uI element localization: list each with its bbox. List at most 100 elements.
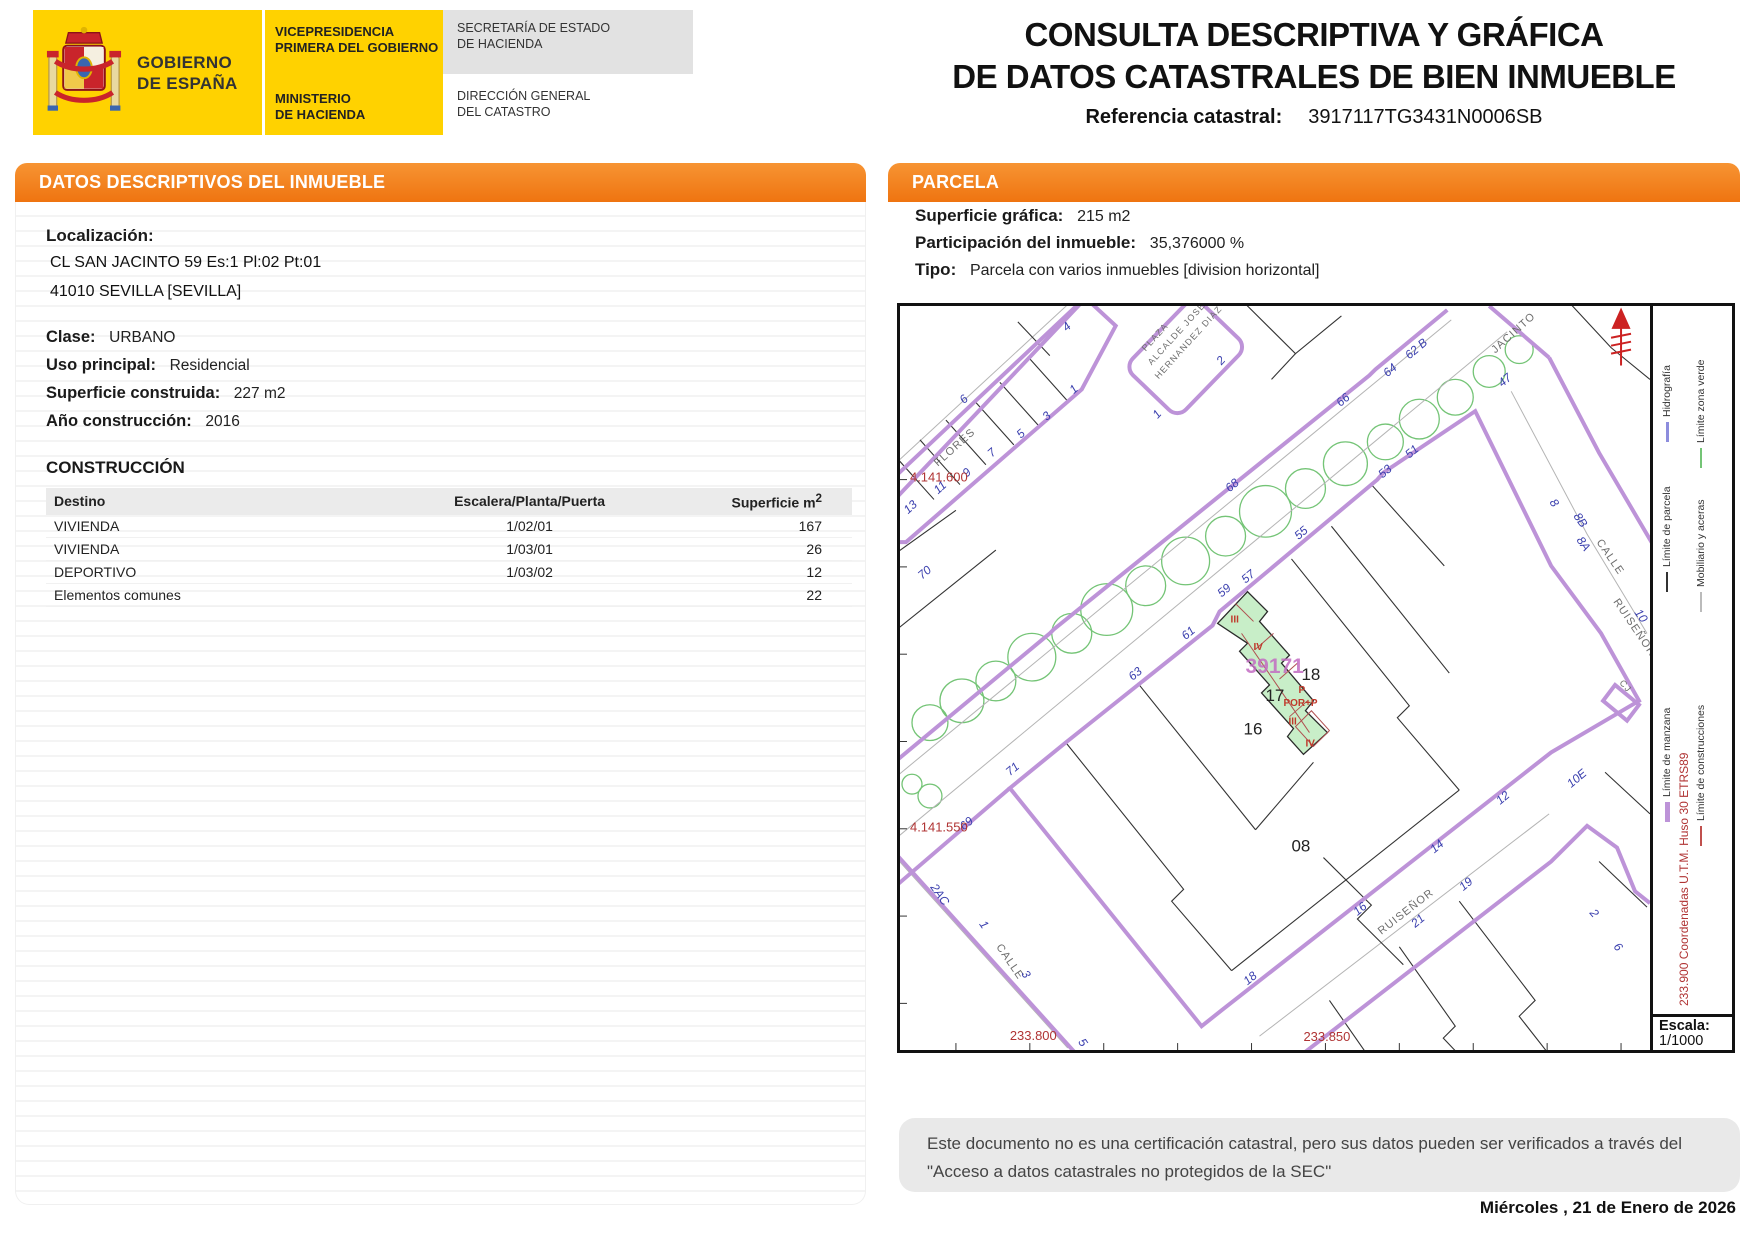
- legend-line-symbol: [1665, 802, 1670, 822]
- map-label: 18: [1301, 665, 1320, 684]
- map-label: IV: [1254, 642, 1264, 653]
- map-label: 39171: [1246, 655, 1305, 678]
- map-label: 6: [1611, 940, 1626, 954]
- datos-descriptivos-panel: Localización: CL SAN JACINTO 59 Es:1 Pl:…: [15, 202, 866, 1205]
- uso-value: Residencial: [170, 357, 250, 374]
- col-destino: Destino: [46, 488, 409, 515]
- map-label: 16: [1244, 720, 1263, 739]
- map-label: 233.850: [1303, 1029, 1350, 1044]
- legend-label: Límite de manzana: [1661, 708, 1673, 797]
- document-date: Miércoles , 21 de Enero de 2026: [1480, 1198, 1736, 1218]
- tipo-label: Tipo:: [915, 260, 956, 279]
- reference-value: 3917117TG3431N0006SB: [1308, 106, 1542, 129]
- field-superficie-construida: Superficie construida: 227 m2: [46, 384, 845, 403]
- map-label: III: [1231, 614, 1240, 625]
- map-label: 2: [1586, 905, 1602, 920]
- ministry-line2: DE HACIENDA: [275, 107, 443, 123]
- col-escalera-text: Escalera/Planta/Puerta: [454, 493, 605, 509]
- construction-cell-escalera: [409, 583, 651, 606]
- map-label: 1: [1149, 407, 1164, 421]
- gov-line1: GOBIERNO: [137, 52, 238, 73]
- map-label: 4.141.550: [910, 820, 968, 835]
- scale-label: Escala:: [1659, 1019, 1732, 1034]
- direccion-line1: DIRECCIÓN GENERAL: [457, 88, 693, 104]
- legend-item: Límite de construcciones: [1695, 705, 1707, 846]
- map-label: 4.141.600: [910, 470, 968, 485]
- map-label: RUISEÑOR: [1375, 886, 1436, 938]
- map-label: P: [1298, 685, 1305, 696]
- legend-item: Hidrografía: [1661, 365, 1673, 442]
- construction-cell-destino: VIVIENDA: [46, 515, 409, 538]
- legend-label: Límite de parcela: [1661, 486, 1673, 567]
- utm-coordinates-note: 233.900 Coordenadas U.T.M. Huso 30 ETRS8…: [1677, 753, 1691, 1006]
- direccion-line2: DEL CATASTRO: [457, 104, 693, 120]
- map-label: 70: [915, 563, 935, 582]
- gov-name: GOBIERNO DE ESPAÑA: [137, 52, 238, 94]
- map-label: 4: [1059, 319, 1074, 334]
- map-svg: FLORESPLAZAALCALDE JOSEHERNANDEZ DIAZJAC…: [900, 306, 1650, 1050]
- vicepresidency-line1: VICEPRESIDENCIA: [275, 24, 443, 40]
- col-superficie: Superficie m2: [650, 488, 852, 515]
- map-legend: Hidrografía Límite zona verde Límite de pa…: [1650, 306, 1732, 1050]
- document-title: CONSULTA DESCRIPTIVA Y GRÁFICA DE DATOS …: [888, 14, 1740, 129]
- construction-cell-destino: DEPORTIVO: [46, 560, 409, 583]
- ano-value: 2016: [205, 413, 239, 430]
- map-labels-layer: FLORESPLAZAALCALDE JOSEHERNANDEZ DIAZJAC…: [901, 306, 1650, 1049]
- map-label: 7: [984, 445, 999, 460]
- secretaria-line2: DE HACIENDA: [457, 36, 693, 52]
- map-label: CJ: [1618, 678, 1634, 695]
- field-superficie-grafica: Superficie gráfica: 215 m2: [915, 206, 1715, 226]
- scale-box: Escala: 1/1000: [1653, 1014, 1732, 1050]
- gov-line2: DE ESPAÑA: [137, 73, 238, 94]
- cadastral-document-page: GOBIERNO DE ESPAÑA VICEPRESIDENCIA PRIME…: [0, 0, 1757, 1241]
- address-line2: 41010 SEVILLA [SEVILLA]: [50, 283, 845, 301]
- clase-value: URBANO: [109, 329, 175, 346]
- legend-label: Hidrografía: [1661, 365, 1673, 417]
- secretaria-box: SECRETARÍA DE ESTADO DE HACIENDA: [443, 10, 693, 74]
- vicepresidency-line2: PRIMERA DEL GOBIERNO: [275, 40, 443, 56]
- map-drawing-area: FLORESPLAZAALCALDE JOSEHERNANDEZ DIAZJAC…: [900, 306, 1650, 1050]
- field-tipo: Tipo: Parcela con varios inmuebles [divi…: [915, 260, 1715, 280]
- legend-label: Mobiliario y aceras: [1695, 499, 1707, 587]
- map-label: 8A: [1574, 534, 1594, 554]
- legend-label: Límite de construcciones: [1695, 705, 1707, 821]
- map-label: JACINTO: [1489, 310, 1538, 356]
- legend-line-symbol: [1700, 592, 1702, 612]
- cadastral-reference: Referencia catastral: 3917117TG3431N0006…: [888, 106, 1740, 129]
- construction-table: Destino Escalera/Planta/Puerta Superfici…: [46, 488, 852, 607]
- map-label: 59: [1214, 581, 1234, 600]
- field-uso-principal: Uso principal: Residencial: [46, 356, 845, 375]
- construction-cell-superficie: 26: [650, 537, 852, 560]
- map-label: 08: [1291, 837, 1310, 856]
- construction-cell-destino: VIVIENDA: [46, 537, 409, 560]
- map-label: 62 B: [1402, 335, 1430, 361]
- map-label: 16: [1350, 899, 1370, 918]
- disclaimer-box: Este documento no es una certificación c…: [899, 1118, 1740, 1192]
- construction-row: DEPORTIVO1/03/0212: [46, 560, 852, 583]
- map-label: 8: [1547, 496, 1563, 510]
- map-label: 17: [1266, 686, 1285, 705]
- map-label: 71: [1003, 759, 1022, 778]
- legend-line-symbol: [1700, 826, 1702, 846]
- map-label: 13: [901, 497, 921, 516]
- legend-line-symbol: [1666, 422, 1669, 442]
- legend-label: Límite zona verde: [1695, 360, 1707, 443]
- field-participacion: Participación del inmueble: 35,376000 %: [915, 233, 1715, 253]
- logo-yellow-block: GOBIERNO DE ESPAÑA VICEPRESIDENCIA PRIME…: [33, 10, 443, 135]
- ano-label: Año construcción:: [46, 412, 192, 430]
- ministry-line1: MINISTERIO: [275, 91, 443, 107]
- map-label: 12: [1493, 788, 1513, 807]
- spain-coat-of-arms-icon: [45, 24, 123, 122]
- map-label: 8B: [1571, 510, 1591, 530]
- map-label: 47: [1495, 370, 1515, 389]
- field-ano-construccion: Año construcción: 2016: [46, 412, 845, 431]
- clase-label: Clase:: [46, 328, 96, 346]
- map-label: 10E: [1564, 765, 1590, 790]
- section-header-parcela: PARCELA: [888, 163, 1740, 202]
- superficie-grafica-value: 215 m2: [1077, 208, 1130, 225]
- uso-label: Uso principal:: [46, 356, 156, 374]
- construction-row: Elementos comunes22: [46, 583, 852, 606]
- secretaria-line1: SECRETARÍA DE ESTADO: [457, 20, 693, 36]
- map-label: III: [1288, 717, 1297, 728]
- map-label: 19: [1456, 874, 1476, 893]
